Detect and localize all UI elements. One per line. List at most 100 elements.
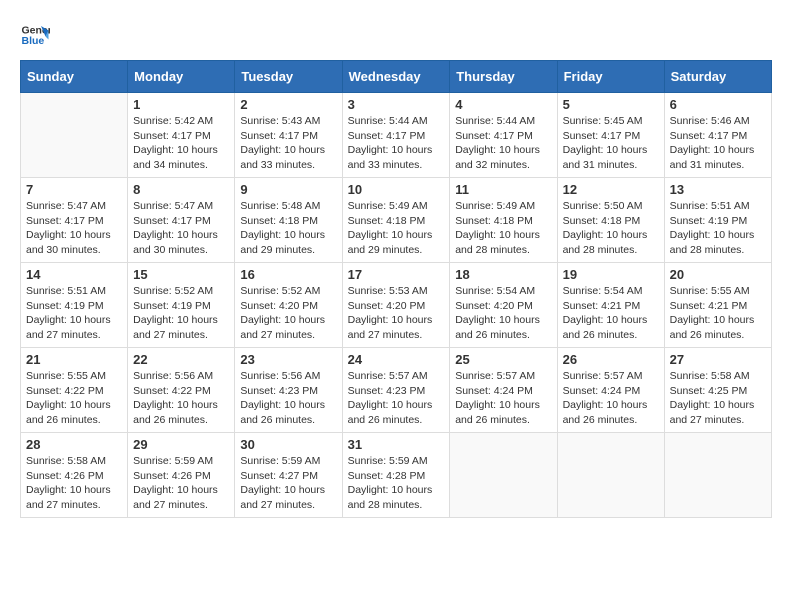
day-number: 12 <box>563 182 659 197</box>
day-number: 27 <box>670 352 766 367</box>
weekday-header: Tuesday <box>235 61 342 93</box>
weekday-header: Monday <box>128 61 235 93</box>
calendar-cell: 4 Sunrise: 5:44 AM Sunset: 4:17 PM Daylig… <box>450 93 557 178</box>
calendar-cell: 14 Sunrise: 5:51 AM Sunset: 4:19 PM Dayli… <box>21 263 128 348</box>
calendar-cell: 19 Sunrise: 5:54 AM Sunset: 4:21 PM Dayli… <box>557 263 664 348</box>
day-number: 26 <box>563 352 659 367</box>
calendar-cell: 7 Sunrise: 5:47 AM Sunset: 4:17 PM Daylig… <box>21 178 128 263</box>
calendar-cell: 1 Sunrise: 5:42 AM Sunset: 4:17 PM Daylig… <box>128 93 235 178</box>
logo: General Blue <box>20 20 50 50</box>
day-info: Sunrise: 5:58 AM Sunset: 4:26 PM Dayligh… <box>26 454 122 513</box>
day-number: 29 <box>133 437 229 452</box>
day-info: Sunrise: 5:52 AM Sunset: 4:19 PM Dayligh… <box>133 284 229 343</box>
day-info: Sunrise: 5:44 AM Sunset: 4:17 PM Dayligh… <box>455 114 551 173</box>
day-info: Sunrise: 5:48 AM Sunset: 4:18 PM Dayligh… <box>240 199 336 258</box>
calendar-cell: 27 Sunrise: 5:58 AM Sunset: 4:25 PM Dayli… <box>664 348 771 433</box>
calendar-cell <box>21 93 128 178</box>
day-number: 8 <box>133 182 229 197</box>
day-info: Sunrise: 5:44 AM Sunset: 4:17 PM Dayligh… <box>348 114 445 173</box>
day-number: 5 <box>563 97 659 112</box>
day-info: Sunrise: 5:54 AM Sunset: 4:21 PM Dayligh… <box>563 284 659 343</box>
calendar-cell: 6 Sunrise: 5:46 AM Sunset: 4:17 PM Daylig… <box>664 93 771 178</box>
day-info: Sunrise: 5:57 AM Sunset: 4:24 PM Dayligh… <box>563 369 659 428</box>
calendar-cell: 15Sunrise: 5:52 AM Sunset: 4:19 PM Dayli… <box>128 263 235 348</box>
day-number: 4 <box>455 97 551 112</box>
calendar-cell: 24 Sunrise: 5:57 AM Sunset: 4:23 PM Dayli… <box>342 348 450 433</box>
day-info: Sunrise: 5:59 AM Sunset: 4:26 PM Dayligh… <box>133 454 229 513</box>
day-info: Sunrise: 5:46 AM Sunset: 4:17 PM Dayligh… <box>670 114 766 173</box>
calendar-cell <box>664 433 771 518</box>
calendar-cell <box>557 433 664 518</box>
calendar-cell: 28 Sunrise: 5:58 AM Sunset: 4:26 PM Dayli… <box>21 433 128 518</box>
day-info: Sunrise: 5:56 AM Sunset: 4:23 PM Dayligh… <box>240 369 336 428</box>
day-info: Sunrise: 5:59 AM Sunset: 4:28 PM Dayligh… <box>348 454 445 513</box>
day-number: 13 <box>670 182 766 197</box>
calendar-cell: 30Sunrise: 5:59 AM Sunset: 4:27 PM Dayli… <box>235 433 342 518</box>
day-info: Sunrise: 5:58 AM Sunset: 4:25 PM Dayligh… <box>670 369 766 428</box>
calendar-cell: 31 Sunrise: 5:59 AM Sunset: 4:28 PM Dayli… <box>342 433 450 518</box>
day-info: Sunrise: 5:49 AM Sunset: 4:18 PM Dayligh… <box>455 199 551 258</box>
day-info: Sunrise: 5:53 AM Sunset: 4:20 PM Dayligh… <box>348 284 445 343</box>
calendar-week-row: 14 Sunrise: 5:51 AM Sunset: 4:19 PM Dayli… <box>21 263 772 348</box>
day-info: Sunrise: 5:50 AM Sunset: 4:18 PM Dayligh… <box>563 199 659 258</box>
calendar-week-row: 7 Sunrise: 5:47 AM Sunset: 4:17 PM Daylig… <box>21 178 772 263</box>
day-info: Sunrise: 5:55 AM Sunset: 4:21 PM Dayligh… <box>670 284 766 343</box>
calendar-cell: 12 Sunrise: 5:50 AM Sunset: 4:18 PM Dayli… <box>557 178 664 263</box>
day-number: 23 <box>240 352 336 367</box>
calendar-table: SundayMondayTuesdayWednesdayThursdayFrid… <box>20 60 772 518</box>
day-number: 31 <box>348 437 445 452</box>
day-number: 30 <box>240 437 336 452</box>
page-header: General Blue <box>20 20 772 50</box>
svg-text:Blue: Blue <box>22 35 45 47</box>
calendar-cell: 10 Sunrise: 5:49 AM Sunset: 4:18 PM Dayli… <box>342 178 450 263</box>
day-number: 9 <box>240 182 336 197</box>
day-number: 7 <box>26 182 122 197</box>
day-info: Sunrise: 5:56 AM Sunset: 4:22 PM Dayligh… <box>133 369 229 428</box>
day-info: Sunrise: 5:51 AM Sunset: 4:19 PM Dayligh… <box>26 284 122 343</box>
weekday-header: Wednesday <box>342 61 450 93</box>
day-info: Sunrise: 5:52 AM Sunset: 4:20 PM Dayligh… <box>240 284 336 343</box>
day-number: 28 <box>26 437 122 452</box>
day-number: 11 <box>455 182 551 197</box>
weekday-header: Thursday <box>450 61 557 93</box>
day-number: 18 <box>455 267 551 282</box>
calendar-cell: 22Sunrise: 5:56 AM Sunset: 4:22 PM Dayli… <box>128 348 235 433</box>
day-number: 19 <box>563 267 659 282</box>
day-info: Sunrise: 5:47 AM Sunset: 4:17 PM Dayligh… <box>133 199 229 258</box>
calendar-cell: 25 Sunrise: 5:57 AM Sunset: 4:24 PM Dayli… <box>450 348 557 433</box>
day-number: 1 <box>133 97 229 112</box>
calendar-cell: 9 Sunrise: 5:48 AM Sunset: 4:18 PM Daylig… <box>235 178 342 263</box>
day-info: Sunrise: 5:57 AM Sunset: 4:24 PM Dayligh… <box>455 369 551 428</box>
calendar-cell: 13 Sunrise: 5:51 AM Sunset: 4:19 PM Dayli… <box>664 178 771 263</box>
calendar-cell: 21 Sunrise: 5:55 AM Sunset: 4:22 PM Dayli… <box>21 348 128 433</box>
weekday-header: Saturday <box>664 61 771 93</box>
day-number: 21 <box>26 352 122 367</box>
day-number: 10 <box>348 182 445 197</box>
day-info: Sunrise: 5:55 AM Sunset: 4:22 PM Dayligh… <box>26 369 122 428</box>
day-number: 3 <box>348 97 445 112</box>
day-number: 24 <box>348 352 445 367</box>
day-info: Sunrise: 5:47 AM Sunset: 4:17 PM Dayligh… <box>26 199 122 258</box>
day-number: 2 <box>240 97 336 112</box>
day-number: 25 <box>455 352 551 367</box>
day-info: Sunrise: 5:57 AM Sunset: 4:23 PM Dayligh… <box>348 369 445 428</box>
calendar-cell: 2 Sunrise: 5:43 AM Sunset: 4:17 PM Daylig… <box>235 93 342 178</box>
day-info: Sunrise: 5:42 AM Sunset: 4:17 PM Dayligh… <box>133 114 229 173</box>
calendar-cell: 16Sunrise: 5:52 AM Sunset: 4:20 PM Dayli… <box>235 263 342 348</box>
day-number: 14 <box>26 267 122 282</box>
calendar-cell <box>450 433 557 518</box>
day-info: Sunrise: 5:51 AM Sunset: 4:19 PM Dayligh… <box>670 199 766 258</box>
day-number: 6 <box>670 97 766 112</box>
calendar-cell: 23 Sunrise: 5:56 AM Sunset: 4:23 PM Dayli… <box>235 348 342 433</box>
calendar-cell: 17Sunrise: 5:53 AM Sunset: 4:20 PM Dayli… <box>342 263 450 348</box>
logo-icon: General Blue <box>20 20 50 50</box>
calendar-week-row: 1 Sunrise: 5:42 AM Sunset: 4:17 PM Daylig… <box>21 93 772 178</box>
weekday-header-row: SundayMondayTuesdayWednesdayThursdayFrid… <box>21 61 772 93</box>
calendar-week-row: 28 Sunrise: 5:58 AM Sunset: 4:26 PM Dayli… <box>21 433 772 518</box>
day-info: Sunrise: 5:54 AM Sunset: 4:20 PM Dayligh… <box>455 284 551 343</box>
calendar-cell: 18 Sunrise: 5:54 AM Sunset: 4:20 PM Dayli… <box>450 263 557 348</box>
calendar-cell: 3 Sunrise: 5:44 AM Sunset: 4:17 PM Daylig… <box>342 93 450 178</box>
day-info: Sunrise: 5:43 AM Sunset: 4:17 PM Dayligh… <box>240 114 336 173</box>
calendar-cell: 26 Sunrise: 5:57 AM Sunset: 4:24 PM Dayli… <box>557 348 664 433</box>
day-info: Sunrise: 5:49 AM Sunset: 4:18 PM Dayligh… <box>348 199 445 258</box>
